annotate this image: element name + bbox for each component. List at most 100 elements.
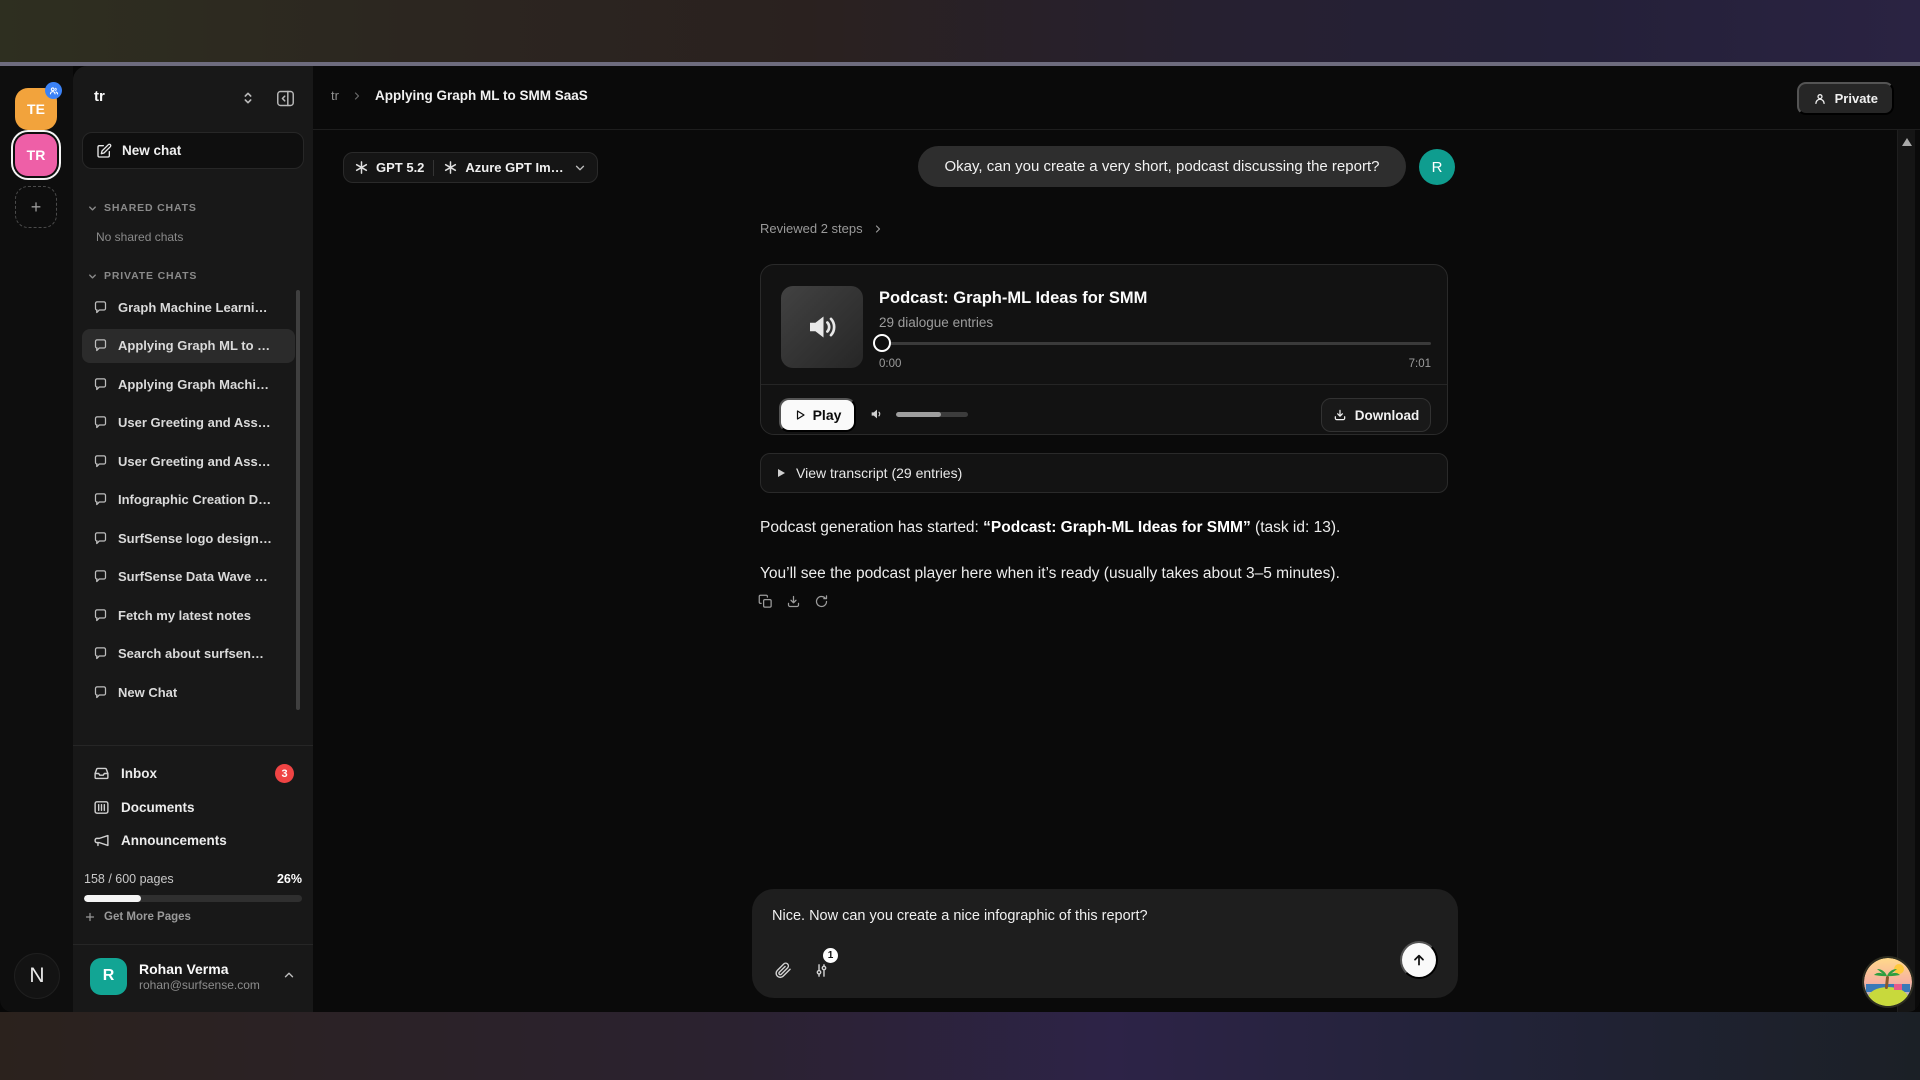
view-transcript-toggle[interactable]: View transcript (29 entries)	[760, 453, 1448, 493]
library-icon	[93, 799, 110, 816]
user-profile-button[interactable]: R Rohan Verma rohan@surfsense.com	[82, 950, 304, 1002]
main-area: tr Applying Graph ML to SMM SaaS Private…	[313, 66, 1920, 1012]
composer-input[interactable]: Nice. Now can you create a nice infograp…	[772, 908, 1148, 924]
private-chats-section-header[interactable]: PRIVATE CHATS	[87, 270, 197, 282]
chat-bubble-icon	[93, 685, 108, 700]
screen: TE TR + N tr	[0, 0, 1920, 1080]
podcast-player-card: Podcast: Graph-ML Ideas for SMM 29 dialo…	[760, 264, 1448, 435]
chat-bubble-icon	[93, 300, 108, 315]
app-window: TE TR + N tr	[0, 66, 1920, 1012]
model-primary[interactable]: GPT 5.2	[354, 160, 424, 175]
profile-email: rohan@surfsense.com	[139, 978, 260, 992]
podcast-title: Podcast: Graph-ML Ideas for SMM	[879, 289, 1147, 308]
new-chat-button[interactable]: New chat	[82, 132, 304, 169]
new-chat-label: New chat	[122, 143, 181, 158]
workspace-initials: TE	[27, 101, 45, 117]
palm-tree-icon	[1864, 958, 1912, 1006]
page-title: Applying Graph ML to SMM SaaS	[375, 88, 588, 103]
chevron-right-icon	[351, 90, 363, 102]
pages-progress-fill	[84, 895, 141, 902]
sidebar-item-announcements[interactable]: Announcements	[82, 824, 304, 857]
divider	[433, 160, 434, 176]
refresh-icon[interactable]	[814, 594, 829, 609]
sidebar-chat-item-active[interactable]: Applying Graph ML to …	[82, 329, 295, 363]
triangle-right-icon	[778, 469, 785, 477]
get-more-pages-button[interactable]: Get More Pages	[84, 911, 302, 923]
podcast-elapsed: 0:00	[879, 358, 901, 370]
collapse-sidebar-icon[interactable]	[272, 86, 298, 110]
privacy-toggle-button[interactable]: Private	[1797, 82, 1894, 115]
workspace-avatar-tr-active[interactable]: TR	[15, 134, 57, 176]
logo-letter: N	[29, 964, 44, 988]
inbox-tray-icon	[93, 765, 110, 782]
user-message-avatar: R	[1419, 149, 1455, 185]
speaker-icon	[804, 309, 840, 345]
workspace-switcher-icon[interactable]	[236, 86, 260, 110]
shared-chats-section-header[interactable]: SHARED CHATS	[87, 202, 197, 214]
composer[interactable]: Nice. Now can you create a nice infograp…	[752, 889, 1458, 998]
podcast-seek-thumb[interactable]	[873, 334, 891, 352]
profile-name: Rohan Verma	[139, 960, 260, 979]
paperclip-icon[interactable]	[770, 957, 796, 983]
sidebar-scrollbar[interactable]	[296, 290, 300, 710]
play-button[interactable]: Play	[779, 398, 856, 432]
sidebar-item-documents[interactable]: Documents	[82, 791, 304, 824]
breadcrumb-workspace[interactable]: tr	[331, 88, 339, 103]
sidebar-chat-item[interactable]: SurfSense logo design…	[82, 521, 295, 555]
sidebar-chat-item[interactable]: Infographic Creation D…	[82, 483, 295, 517]
workspace-avatar-te[interactable]: TE	[15, 88, 57, 130]
sidebar-chat-item[interactable]: New Chat	[82, 675, 295, 709]
shared-chats-empty-text: No shared chats	[96, 230, 183, 244]
sidebar-chat-item[interactable]: Applying Graph Machi…	[82, 367, 295, 401]
palm-island-badge[interactable]	[1864, 958, 1912, 1006]
download-icon[interactable]	[786, 594, 801, 609]
plus-icon: +	[31, 197, 42, 218]
chevron-down-icon	[87, 271, 98, 282]
chevron-down-icon[interactable]	[573, 161, 587, 175]
sidebar-chat-item[interactable]: Search about surfsen…	[82, 637, 295, 671]
chevron-right-icon	[872, 223, 884, 235]
model-selector[interactable]: GPT 5.2 Azure GPT Im…	[343, 152, 598, 183]
add-workspace-button[interactable]: +	[15, 186, 57, 228]
podcast-seek-track[interactable]	[879, 342, 1431, 345]
private-chats-list: Graph Machine Learni… Applying Graph ML …	[82, 290, 306, 716]
chat-bubble-icon	[93, 377, 108, 392]
pencil-square-icon	[96, 143, 112, 159]
copy-icon[interactable]	[758, 594, 773, 609]
sidebar-chat-item[interactable]: User Greeting and Ass…	[82, 444, 295, 478]
podcast-artwork	[781, 286, 863, 368]
sidebar-item-inbox[interactable]: Inbox 3	[82, 757, 304, 790]
volume-icon[interactable]	[869, 406, 885, 422]
page-usage-panel: 158 / 600 pages 26% Get More Pages	[84, 872, 302, 923]
download-icon	[1333, 408, 1347, 422]
main-scrollbar[interactable]	[1897, 130, 1915, 1012]
chat-bubble-icon	[93, 415, 108, 430]
product-logo[interactable]: N	[14, 953, 60, 999]
pages-percent-text: 26%	[277, 872, 302, 886]
workspace-name: tr	[94, 88, 105, 105]
pages-progress-bar	[84, 895, 302, 902]
podcast-duration: 7:01	[1409, 358, 1431, 370]
assistant-message-2: You’ll see the podcast player here when …	[760, 562, 1460, 585]
play-icon	[794, 409, 806, 421]
sidebar-chat-item[interactable]: User Greeting and Ass…	[82, 406, 295, 440]
sidebar-chat-item[interactable]: Fetch my latest notes	[82, 598, 295, 632]
sidebar-chat-item[interactable]: SurfSense Data Wave …	[82, 560, 295, 594]
top-gradient-band	[0, 0, 1920, 66]
sidebar-header: tr	[73, 66, 313, 128]
person-icon	[1813, 92, 1827, 106]
plus-icon	[84, 911, 96, 923]
download-button[interactable]: Download	[1321, 398, 1431, 432]
podcast-subtitle: 29 dialogue entries	[879, 315, 993, 330]
model-secondary[interactable]: Azure GPT Im…	[443, 160, 563, 175]
reviewed-steps-toggle[interactable]: Reviewed 2 steps	[760, 221, 884, 236]
avatar: R	[90, 958, 127, 995]
sliders-icon[interactable]: 1	[808, 957, 834, 983]
workspace-rail: TE TR + N	[0, 66, 73, 1012]
send-button[interactable]	[1400, 941, 1438, 979]
sidebar-chat-item[interactable]: Graph Machine Learni…	[82, 290, 295, 324]
volume-slider[interactable]	[896, 412, 968, 417]
chat-bubble-icon	[93, 454, 108, 469]
scroll-up-arrow-icon[interactable]	[1902, 138, 1912, 146]
openai-knot-icon	[354, 160, 369, 175]
